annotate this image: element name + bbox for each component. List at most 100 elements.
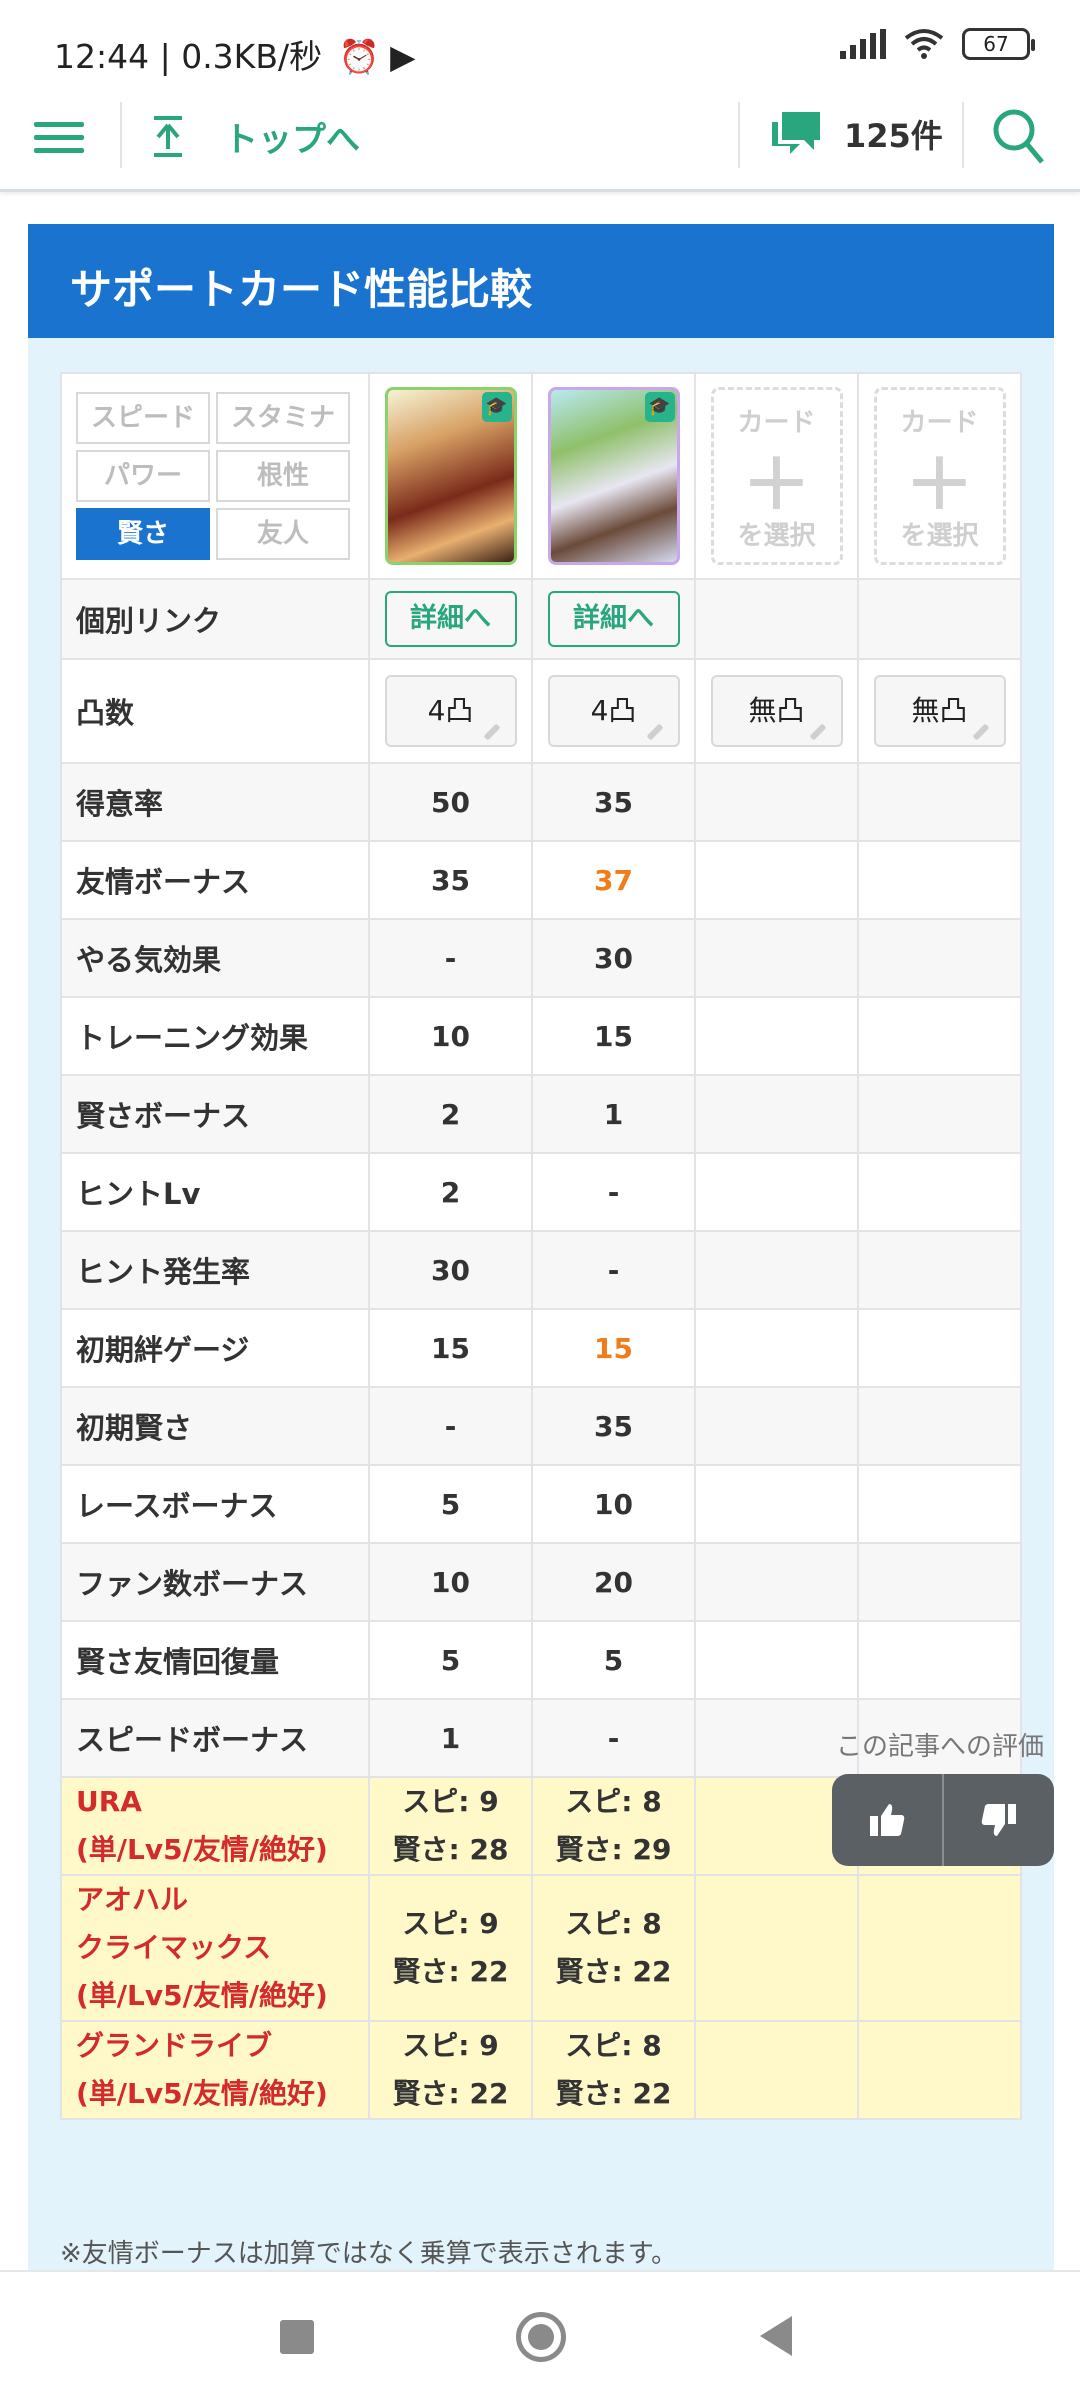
link-cell: 詳細へ xyxy=(368,578,533,660)
stat-label: 賢さ友情回復量 xyxy=(60,1620,370,1700)
limit-break-cell: 無凸 xyxy=(857,658,1022,764)
stat-value xyxy=(857,1308,1022,1388)
select-card-button[interactable]: カード + を選択 xyxy=(873,387,1006,565)
stat-row: 友情ボーナス 35 37 xyxy=(60,840,1022,920)
type-button-guts[interactable]: 根性 xyxy=(216,450,350,502)
select-card-label-bottom: を選択 xyxy=(900,521,979,551)
card-slot-1[interactable]: 🎓 xyxy=(368,372,533,580)
card-header-row: スピード スタミナ パワー 根性 賢さ 友人 🎓 🎓 カード + を選択 カード… xyxy=(60,372,1022,580)
scenario-row: アオハルクライマックス (単/Lv5/友情/絶好) スピ: 9 賢さ: 22 スピ: 8… xyxy=(60,1874,1022,2022)
limit-break-select[interactable]: 無凸 xyxy=(873,675,1006,747)
card-slot-3[interactable]: カード + を選択 xyxy=(694,372,859,580)
stat-row: レースボーナス 5 10 xyxy=(60,1464,1022,1544)
status-time: 12:44 | 0.3KB/秒 ⏰ ▶ xyxy=(54,30,416,78)
stat-label: 友情ボーナス xyxy=(60,840,370,920)
scenario-value: スピ: 9 賢さ: 22 xyxy=(368,1874,533,2022)
scenario-value-line: スピ: 8 xyxy=(565,1907,662,1940)
stat-row: 賢さボーナス 2 1 xyxy=(60,1074,1022,1154)
comments-link[interactable]: 125件 xyxy=(768,106,943,162)
scenario-label: URA (単/Lv5/友情/絶好) xyxy=(60,1776,370,1876)
stat-value xyxy=(694,762,859,842)
limit-break-cell: 4凸 xyxy=(368,658,533,764)
stat-value: 1 xyxy=(368,1698,533,1778)
limit-break-select[interactable]: 無凸 xyxy=(710,675,843,747)
stat-value: - xyxy=(531,1698,696,1778)
stat-label: ファン数ボーナス xyxy=(60,1542,370,1622)
scenario-value: スピ: 8 賢さ: 22 xyxy=(531,2020,696,2120)
limit-break-select[interactable]: 4凸 xyxy=(384,675,517,747)
type-filter-grid: スピード スタミナ パワー 根性 賢さ 友人 xyxy=(62,392,368,560)
stat-label: ヒントLv xyxy=(60,1152,370,1232)
type-button-stamina[interactable]: スタミナ xyxy=(216,392,350,444)
type-button-wisdom[interactable]: 賢さ xyxy=(76,508,210,560)
stat-value: - xyxy=(368,918,533,998)
stat-value: 5 xyxy=(531,1620,696,1700)
hamburger-menu-icon[interactable] xyxy=(34,114,88,168)
detail-link-button[interactable]: 詳細へ xyxy=(384,591,517,647)
scenario-label-line: グランドライブ xyxy=(76,2029,273,2062)
status-bar: 12:44 | 0.3KB/秒 ⏰ ▶ 67 xyxy=(0,0,1080,92)
type-button-friend[interactable]: 友人 xyxy=(216,508,350,560)
stat-value: 15 xyxy=(368,1308,533,1388)
stat-label: 初期絆ゲージ xyxy=(60,1308,370,1388)
stat-value xyxy=(857,1230,1022,1310)
stat-value xyxy=(694,1386,859,1466)
scenario-label-line: クライマックス xyxy=(76,1931,272,1964)
scenario-label-line: (単/Lv5/友情/絶好) xyxy=(76,1833,328,1866)
select-card-button[interactable]: カード + を選択 xyxy=(710,387,843,565)
scenario-value xyxy=(694,2020,859,2120)
pencil-icon xyxy=(483,723,500,741)
plus-icon: + xyxy=(741,431,812,529)
stat-value: 15 xyxy=(531,996,696,1076)
type-button-speed[interactable]: スピード xyxy=(76,392,210,444)
scenario-label-line: アオハル xyxy=(76,1883,189,1916)
stat-value: 2 xyxy=(368,1074,533,1154)
stat-value xyxy=(857,1152,1022,1232)
limit-break-select[interactable]: 4凸 xyxy=(547,675,680,747)
panel-title: サポートカード性能比較 xyxy=(28,224,1054,338)
card-slot-2[interactable]: 🎓 xyxy=(531,372,696,580)
stat-label: 得意率 xyxy=(60,762,370,842)
scenario-value-line: スピ: 9 xyxy=(402,1785,499,1818)
stat-label: ヒント発生率 xyxy=(60,1230,370,1310)
link-cell xyxy=(857,578,1022,660)
back-to-top-link[interactable]: トップへ xyxy=(150,112,360,161)
scenario-label-line: URA xyxy=(76,1785,142,1818)
rating-widget xyxy=(832,1774,1054,1866)
scenario-label-line: (単/Lv5/友情/絶好) xyxy=(76,1979,328,2012)
play-icon: ▶ xyxy=(390,37,416,76)
support-card-image[interactable]: 🎓 xyxy=(547,387,680,565)
stat-label: 賢さボーナス xyxy=(60,1074,370,1154)
stat-value: 5 xyxy=(368,1620,533,1700)
stat-value: 35 xyxy=(531,1386,696,1466)
stat-value xyxy=(694,1542,859,1622)
pencil-icon xyxy=(972,723,989,741)
stat-value xyxy=(694,996,859,1076)
scenario-value-line: スピ: 8 xyxy=(565,2029,662,2062)
type-button-power[interactable]: パワー xyxy=(76,450,210,502)
back-to-top-label: トップへ xyxy=(224,120,360,160)
link-cell xyxy=(694,578,859,660)
search-button[interactable] xyxy=(990,106,1046,170)
card-slot-4[interactable]: カード + を選択 xyxy=(857,372,1022,580)
stat-value xyxy=(857,840,1022,920)
status-time-text: 12:44 | 0.3KB/秒 xyxy=(54,37,323,76)
recent-apps-button[interactable] xyxy=(280,2320,314,2354)
limit-break-row: 凸数 4凸 4凸 無凸 無凸 xyxy=(60,658,1022,764)
thumbs-down-button[interactable] xyxy=(944,1774,1054,1866)
home-button[interactable] xyxy=(516,2312,566,2362)
scenario-label: グランドライブ (単/Lv5/友情/絶好) xyxy=(60,2020,370,2120)
link-cell: 詳細へ xyxy=(531,578,696,660)
stat-value: - xyxy=(531,1152,696,1232)
scenario-value-line: 賢さ: 22 xyxy=(555,1955,672,1988)
stat-value: 35 xyxy=(531,762,696,842)
row-label: 凸数 xyxy=(60,658,370,764)
stat-value xyxy=(694,1074,859,1154)
limit-break-value: 無凸 xyxy=(748,694,805,727)
site-header: トップへ 125件 xyxy=(0,92,1080,192)
support-card-image[interactable]: 🎓 xyxy=(384,387,517,565)
back-button[interactable] xyxy=(760,2316,792,2356)
thumbs-up-button[interactable] xyxy=(832,1774,942,1866)
stat-value xyxy=(857,1542,1022,1622)
detail-link-button[interactable]: 詳細へ xyxy=(547,591,680,647)
